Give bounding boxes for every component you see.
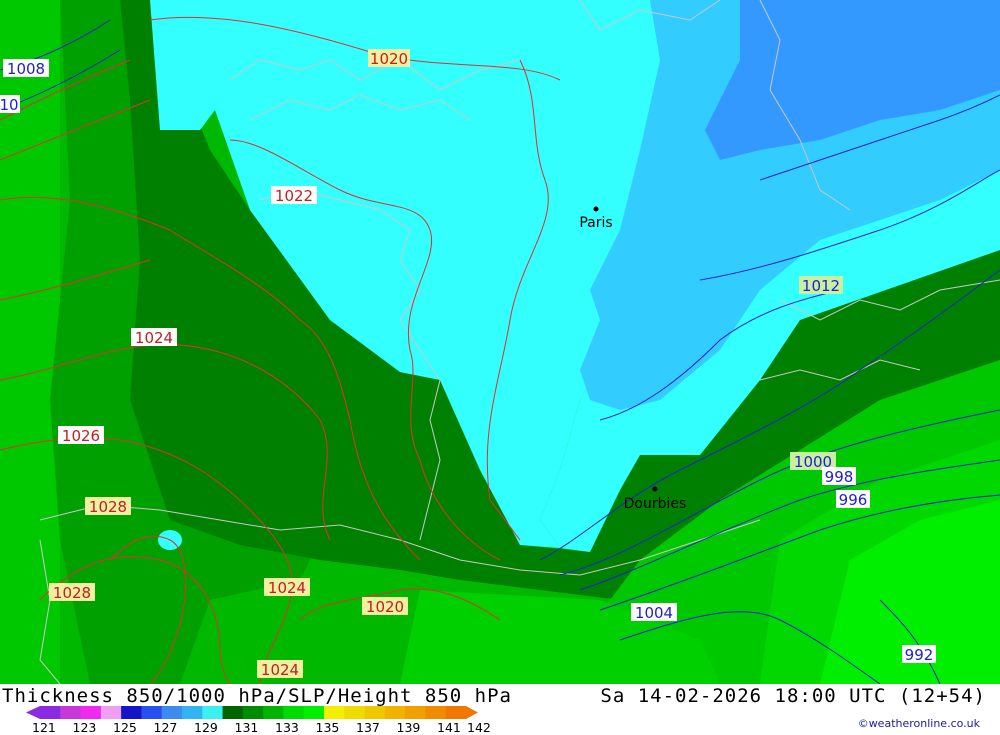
svg-text:10: 10	[0, 96, 19, 114]
credit-text: ©weatheronline.co.uk	[857, 717, 980, 730]
isobar-label: 1020	[368, 49, 410, 68]
isobar-label: 1024	[131, 328, 177, 347]
svg-text:998: 998	[825, 468, 854, 486]
isobar-label: 10	[0, 95, 20, 114]
isobar-label: 1008	[3, 59, 49, 78]
svg-text:1026: 1026	[62, 427, 100, 445]
weather-map-panel: 1020 1022 1024 1026 1028 1028 1024 1020 …	[0, 0, 1000, 735]
scale-swatch	[141, 706, 163, 719]
isobar-label: 992	[902, 645, 936, 664]
svg-text:1024: 1024	[268, 579, 306, 597]
scale-swatch	[344, 706, 366, 719]
scale-swatch	[242, 706, 264, 719]
svg-text:992: 992	[905, 646, 934, 664]
scale-swatch	[161, 706, 183, 719]
svg-text:1020: 1020	[366, 598, 404, 616]
city-label: Dourbies	[624, 496, 687, 512]
svg-text:1028: 1028	[53, 584, 91, 602]
scale-swatch	[364, 706, 386, 719]
scale-swatch	[100, 706, 122, 719]
city-marker-icon	[593, 206, 599, 212]
scale-swatch	[222, 706, 244, 719]
scale-swatch	[324, 706, 345, 719]
city-label: Paris	[579, 215, 612, 231]
svg-text:1012: 1012	[802, 277, 840, 295]
isobar-label: 1028	[49, 583, 95, 602]
isobar-label: 1024	[257, 660, 303, 679]
valid-time: Sa 14-02-2026 18:00 UTC (12+54)	[600, 685, 986, 707]
scale-swatch	[303, 706, 325, 719]
svg-text:1024: 1024	[135, 329, 173, 347]
thickness-map: 1020 1022 1024 1026 1028 1028 1024 1020 …	[0, 0, 1000, 684]
isobar-label: 1022	[271, 186, 317, 205]
scale-swatch	[283, 706, 305, 719]
scale-swatch	[80, 706, 102, 719]
isobar-label: 1026	[58, 426, 104, 445]
isobar-label: 1012	[799, 276, 843, 295]
scale-swatch	[263, 706, 284, 719]
svg-text:1024: 1024	[261, 661, 299, 679]
city-marker-icon	[652, 486, 658, 492]
scale-swatch	[425, 706, 447, 719]
scale-right-arrow	[466, 706, 478, 719]
scale-swatch	[405, 706, 426, 719]
isobar-label: 996	[836, 490, 870, 509]
isobar-label: 1024	[264, 578, 310, 597]
scale-swatch	[182, 706, 203, 719]
svg-text:1004: 1004	[635, 604, 673, 622]
isobar-label: 1004	[631, 603, 677, 622]
scale-swatch	[60, 706, 82, 719]
color-scale-bar	[26, 706, 478, 719]
scale-left-arrow	[26, 706, 40, 719]
isobar-label: 998	[822, 467, 856, 486]
scale-swatch	[384, 706, 406, 719]
scale-swatch	[202, 706, 224, 719]
scale-swatch	[40, 706, 61, 719]
isobar-label: 1028	[85, 497, 131, 516]
svg-text:1008: 1008	[7, 60, 45, 78]
isobar-label: 1020	[362, 597, 408, 616]
svg-text:1020: 1020	[370, 50, 408, 68]
svg-text:1022: 1022	[275, 187, 313, 205]
map-footer: Thickness 850/1000 hPa/SLP/Height 850 hP…	[0, 684, 1000, 735]
svg-text:996: 996	[839, 491, 868, 509]
scale-swatch	[121, 706, 142, 719]
scale-swatch	[445, 706, 467, 719]
svg-text:1028: 1028	[89, 498, 127, 516]
